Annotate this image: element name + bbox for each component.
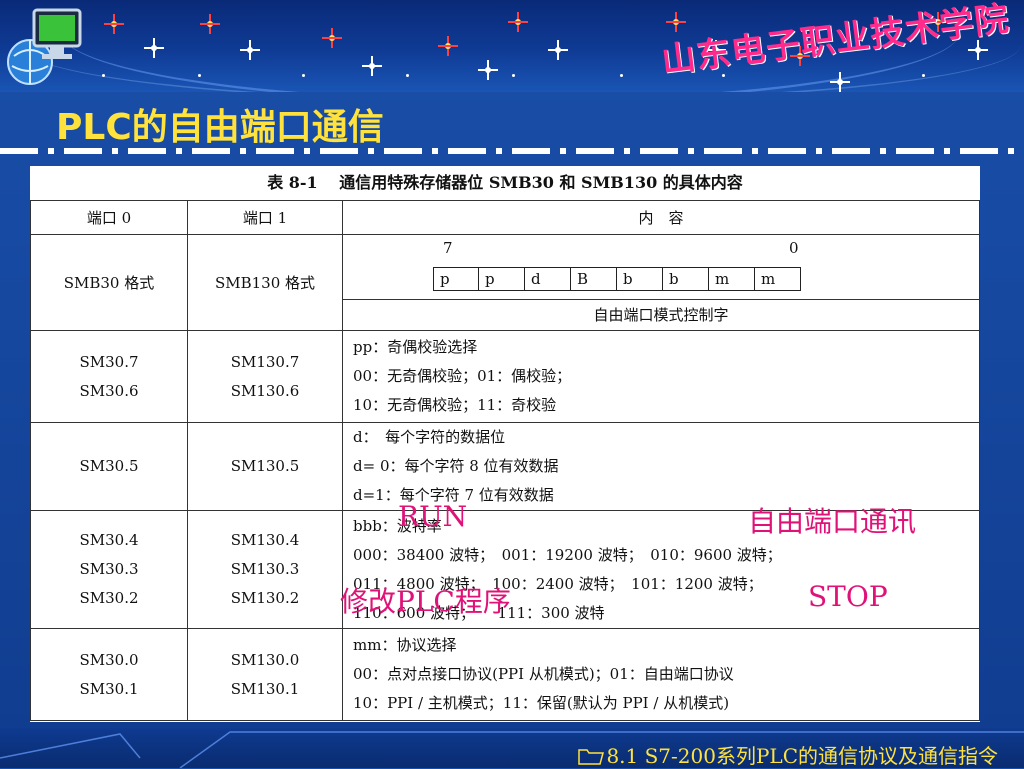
table-row: SM30.0 SM30.1 SM130.0 SM130.1 mm：协议选择 00…: [30, 628, 980, 721]
cell-content: d： 每个字符的数据位 d= 0：每个字符 8 位有效数据 d=1：每个字符 7…: [342, 422, 980, 511]
cell-text: SM30.3: [79, 560, 139, 578]
cell-text: 10：无奇偶校验；11：奇校验: [353, 396, 557, 414]
bit-cell: b: [617, 267, 663, 291]
modify-plc-annotation: 修改PLC程序: [340, 585, 511, 618]
bit-caption: 自由端口模式控制字: [343, 299, 979, 330]
title-divider: [0, 148, 1024, 154]
cell-port0: SM30.7 SM30.6: [30, 330, 188, 423]
cell-text: SM30.5: [79, 457, 139, 475]
cell-text: SM30.7: [79, 352, 139, 371]
cell-port0: SM30.0 SM30.1: [30, 628, 188, 721]
cell-text: SM30.1: [79, 679, 139, 698]
cell-port1: SM130.7 SM130.6: [187, 330, 343, 423]
cell-text: pp：奇偶校验选择: [353, 338, 478, 356]
header-port0: 端口 0: [30, 200, 188, 235]
bit-cell: d: [525, 267, 571, 291]
table-caption: 表 8-1 通信用特殊存储器位 SMB30 和 SMB130 的具体内容: [267, 173, 743, 192]
footer-chapter-text: 8.1 S7-200系列PLC的通信协议及通信指令: [606, 744, 998, 768]
header-port1: 端口 1: [187, 200, 343, 235]
spec-table-panel: 表 8-1 通信用特殊存储器位 SMB30 和 SMB130 的具体内容 端口 …: [30, 166, 980, 722]
computer-globe-icon: [7, 8, 82, 85]
folder-icon: [578, 749, 605, 765]
cell-text: 00：无奇偶校验；01：偶校验；: [353, 367, 572, 385]
bit-high-label: 7: [443, 239, 453, 257]
cell-text: SM130.4: [230, 531, 300, 549]
cell-text: SM130.2: [230, 589, 300, 607]
table-row: SM30.5 SM130.5 d： 每个字符的数据位 d= 0：每个字符 8 位…: [30, 422, 980, 511]
bit-layout: 7 0 p p d B b b m m 自由端口模式控制字: [343, 235, 979, 330]
bit-low-label: 0: [789, 239, 799, 257]
cell-text: mm：协议选择: [353, 636, 457, 654]
cell-port0: SMB30 格式: [30, 234, 188, 331]
bit-cell: p: [433, 267, 479, 291]
cell-text: SM130.1: [230, 679, 300, 698]
cell-text: SM30.6: [79, 381, 139, 400]
table-header-row: 端口 0 端口 1 内 容: [30, 200, 980, 235]
bit-cell: m: [709, 267, 755, 291]
run-annotation: RUN: [398, 500, 468, 533]
cell-text: SM130.7: [230, 352, 300, 371]
cell-port1: SMB130 格式: [187, 234, 343, 331]
bit-cell: m: [755, 267, 801, 291]
cell-content: pp：奇偶校验选择 00：无奇偶校验；01：偶校验； 10：无奇偶校验；11：奇…: [342, 330, 980, 423]
cell-text: 00：点对点接口协议(PPI 从机模式)；01：自由端口协议: [353, 665, 734, 683]
cell-text: SM130.5: [230, 457, 300, 475]
bit-cell: B: [571, 267, 617, 291]
cell-port1: SM130.0 SM130.1: [187, 628, 343, 721]
bit-cell: b: [663, 267, 709, 291]
cell-content: mm：协议选择 00：点对点接口协议(PPI 从机模式)；01：自由端口协议 1…: [342, 628, 980, 721]
page-title: PLC的自由端口通信: [56, 107, 384, 148]
cell-text: d= 0：每个字符 8 位有效数据: [353, 457, 559, 475]
cell-text: 10：PPI / 主机模式；11：保留(默认为 PPI / 从机模式): [353, 694, 730, 712]
cell-port1: SM130.4 SM130.3 SM130.2: [187, 510, 343, 629]
table-row: SMB30 格式 SMB130 格式 7 0 p p d B b b m m 自…: [30, 234, 980, 331]
footer-chapter: 8.1 S7-200系列PLC的通信协议及通信指令: [578, 740, 998, 769]
smb30-table: 端口 0 端口 1 内 容 SMB30 格式 SMB130 格式 7 0 p p…: [30, 200, 980, 721]
cell-text: SM130.3: [230, 560, 300, 578]
cell-text: 000：38400 波特； 001：19200 波特； 010：9600 波特；: [353, 545, 782, 564]
stop-annotation: STOP: [808, 580, 888, 613]
table-row: SM30.7 SM30.6 SM130.7 SM130.6 pp：奇偶校验选择 …: [30, 330, 980, 423]
cell-text: SM30.4: [79, 531, 139, 549]
cell-port0: SM30.4 SM30.3 SM30.2: [30, 510, 188, 629]
cell-port1: SM130.5: [187, 422, 343, 511]
bit-cell: p: [479, 267, 525, 291]
cell-text: SM30.0: [79, 650, 139, 669]
cell-text: d： 每个字符的数据位: [353, 428, 506, 446]
free-port-annotation: 自由端口通讯: [748, 505, 917, 538]
cell-text: SM30.2: [79, 589, 139, 607]
cell-text: SM130.0: [230, 650, 300, 669]
bit-field-row: p p d B b b m m: [433, 267, 801, 291]
cell-port0: SM30.5: [30, 422, 188, 511]
cell-text: SM130.6: [230, 381, 300, 400]
header-content: 内 容: [342, 200, 980, 235]
